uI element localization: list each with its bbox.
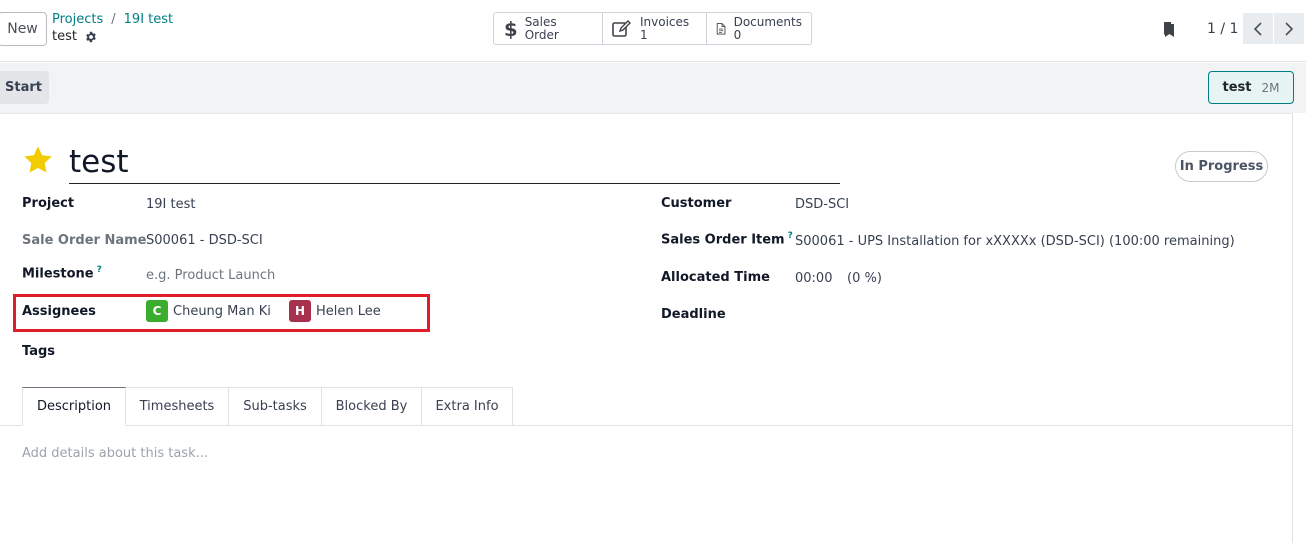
milestone-help-icon[interactable]: ? [97,265,102,275]
milestone-label: Milestone? [22,265,102,281]
sale-order-name-label: Sale Order Name [22,233,147,248]
allocated-time-input[interactable]: 00:00 [795,271,832,286]
tab-extra-info[interactable]: Extra Info [422,387,513,426]
sale-order-name-value: S00061 - DSD-SCI [146,233,263,248]
sales-order-item-help-icon[interactable]: ? [788,231,793,241]
milestone-label-text: Milestone [22,266,94,282]
breadcrumb-project[interactable]: 19I test [124,12,173,27]
sales-order-item-label-text: Sales Order Item [661,232,785,248]
avatar: C [146,300,168,322]
document-icon [716,22,726,35]
milestone-input[interactable]: e.g. Product Launch [146,268,275,283]
tab-sub-tasks[interactable]: Sub-tasks [229,387,322,426]
breadcrumb: Projects / 19I test [52,12,173,27]
invoices-label: Invoices [640,14,690,29]
sales-order-label: Sales Order [524,14,559,42]
control-panel: New Projects / 19I test test $ Sales Ord… [0,0,1306,62]
assignee-tag[interactable]: H Helen Lee [289,300,381,322]
notebook-tabs: Description Timesheets Sub-tasks Blocked… [22,387,513,426]
gear-icon[interactable] [85,31,97,43]
breadcrumb-separator: / [111,12,116,27]
sales-order-smart-button[interactable]: $ Sales Order [494,13,603,44]
start-timer-button[interactable]: Start [0,71,49,104]
task-title-input[interactable]: test [69,142,840,184]
allocated-time-percent: (0 %) [847,271,882,286]
documents-info: Documents 0 [733,14,802,42]
status-bar: Start test 2M [0,63,1306,113]
documents-smart-button[interactable]: Documents 0 [707,13,811,44]
chevron-left-icon [1253,21,1262,36]
record-name: test [52,29,77,44]
tab-timesheets[interactable]: Timesheets [126,387,229,426]
documents-label: Documents [733,14,802,29]
avatar: H [289,300,311,322]
pager-previous-button[interactable] [1243,13,1274,44]
project-field[interactable]: 19I test [146,197,195,212]
task-state-button[interactable]: In Progress [1175,151,1268,182]
smart-buttons: $ Sales Order Invoices 1 Documents 0 [493,12,812,45]
invoices-info: Invoices 1 [640,14,690,42]
project-label: Project [22,196,75,211]
customer-field[interactable]: DSD-SCI [795,197,849,212]
assignees-label: Assignees [22,304,96,319]
chevron-right-icon [1285,21,1294,36]
tab-description[interactable]: Description [22,387,126,426]
record-title: test [52,29,97,44]
invoices-smart-button[interactable]: Invoices 1 [603,13,707,44]
deadline-label: Deadline [661,307,726,322]
star-icon[interactable] [22,144,54,176]
assignee-name: Helen Lee [316,303,381,319]
sales-order-item-label: Sales Order Item? [661,231,793,247]
stage-duration: 2M [1261,80,1280,95]
svg-text:$: $ [504,18,517,40]
documents-count: 0 [733,27,742,42]
description-editor[interactable]: Add details about this task... [22,446,208,461]
new-button[interactable]: New [0,12,47,46]
pager-next-button[interactable] [1274,13,1305,44]
bookmark-icon[interactable] [1163,21,1175,38]
stage-name: test [1222,80,1252,95]
dollar-icon: $ [504,18,517,40]
sales-order-item-field[interactable]: S00061 - UPS Installation for xXXXXx (DS… [795,234,1235,249]
pager-buttons [1243,13,1305,44]
tags-label: Tags [22,344,56,359]
assignee-name: Cheung Man Ki [173,303,271,319]
edit-document-icon [612,19,631,37]
allocated-time-label: Allocated Time [661,270,770,285]
breadcrumb-projects[interactable]: Projects [52,12,103,27]
assignee-tag[interactable]: C Cheung Man Ki [146,300,271,322]
pager-value[interactable]: 1 / 1 [1207,21,1238,37]
tab-blocked-by[interactable]: Blocked By [322,387,422,426]
stage-button[interactable]: test 2M [1208,71,1294,104]
customer-label: Customer [661,196,732,211]
invoices-count: 1 [640,27,648,42]
